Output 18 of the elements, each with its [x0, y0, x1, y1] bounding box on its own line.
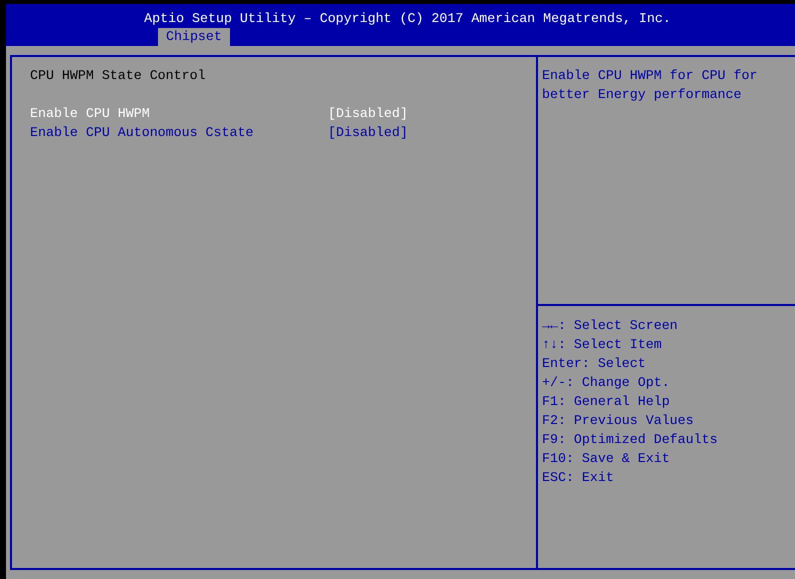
section-heading: CPU HWPM State Control	[30, 67, 206, 85]
setting-label[interactable]: Enable CPU HWPM	[30, 104, 328, 123]
help-text: better Energy performance	[542, 86, 742, 104]
key-hint: F1: General Help	[542, 393, 670, 411]
setting-value[interactable]: [Disabled]	[328, 104, 408, 123]
key-hint: Enter: Select	[542, 355, 646, 373]
setting-label[interactable]: Enable CPU Autonomous Cstate	[30, 123, 328, 142]
tab[interactable]: Chipset	[158, 28, 230, 46]
key-hint: +/-: Change Opt.	[542, 374, 670, 392]
key-hint: F2: Previous Values	[542, 412, 694, 430]
key-hint: ↑↓: Select Item	[542, 336, 662, 354]
key-hint: F10: Save & Exit	[542, 450, 670, 468]
window-title: Aptio Setup Utility – Copyright (C) 2017 American Megatrends, Inc.	[144, 10, 671, 28]
key-hint: ESC: Exit	[542, 469, 614, 487]
key-hint: →←: Select Screen	[542, 317, 678, 335]
setting-value[interactable]: [Disabled]	[328, 123, 408, 142]
help-text: Enable CPU HWPM for CPU for	[542, 67, 758, 85]
key-hint: F9: Optimized Defaults	[542, 431, 718, 449]
